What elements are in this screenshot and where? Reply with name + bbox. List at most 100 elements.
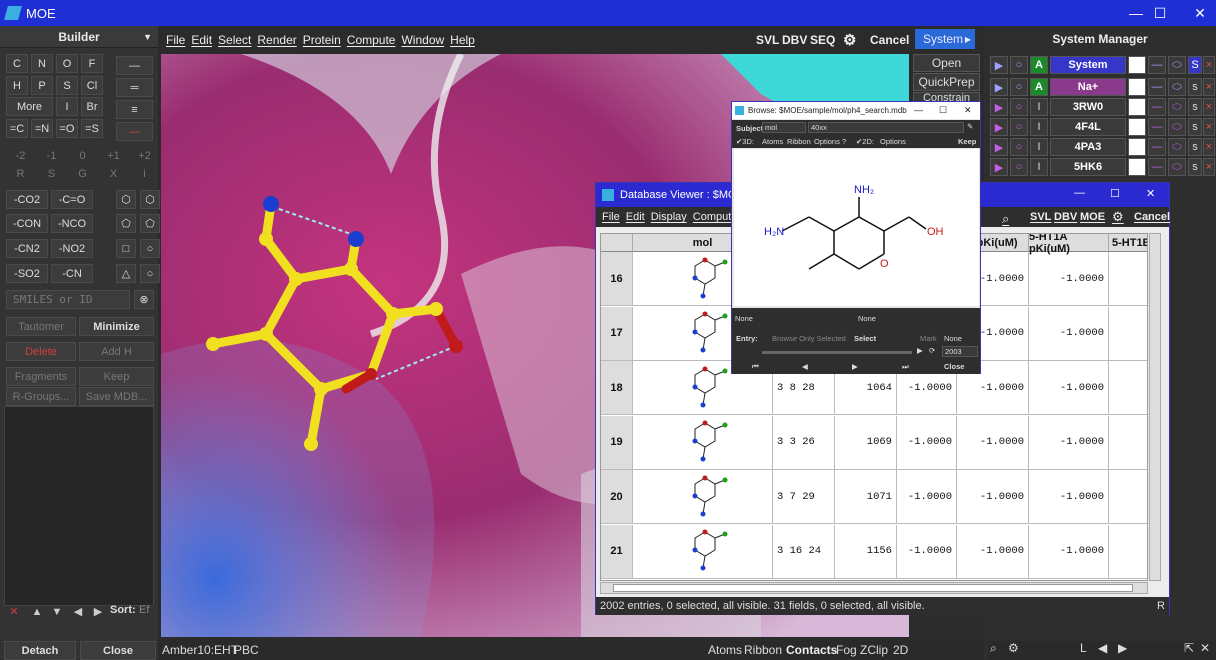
cell-b[interactable]: 1071 [835,470,897,524]
close-icon[interactable]: ✕ [1146,187,1155,200]
formal-charge-0[interactable]: -2 [7,146,34,165]
options-button[interactable]: Options [814,137,840,146]
s-toggle[interactable]: s [1188,98,1202,116]
more-elements-button[interactable]: More [6,97,53,116]
dbv-moe-button[interactable]: MOE [1080,211,1105,223]
ellipse-icon[interactable]: ⬭ [1168,118,1186,136]
group-button-4[interactable]: -CN2 [6,239,48,258]
minimize-button[interactable]: Minimize [79,317,154,336]
group-button-7[interactable]: -CN [51,264,93,283]
dbv-vertical-scrollbar[interactable] [1149,233,1161,581]
builder-close-button[interactable]: Close [80,641,156,660]
close-icon[interactable]: × [1203,118,1215,136]
none-select-2[interactable]: None [858,314,876,323]
cell-a[interactable]: 3 7 29 [773,470,835,524]
cell-v0[interactable]: -1.0000 [897,470,957,524]
list-tool-icon-0[interactable]: ✕ [6,602,22,621]
list-tool-icon-3[interactable]: ◀ [70,602,86,621]
ribbon-button[interactable]: Ribbon [787,137,811,146]
cell-v2[interactable]: -1.0000 [1029,470,1109,524]
smiles-input[interactable]: SMILES or ID [6,290,130,309]
checkbox-3d[interactable]: ✔3D: [736,137,754,146]
element-button-N[interactable]: N [31,54,53,73]
options2-button[interactable]: Options [880,137,906,146]
detach-icon[interactable]: ⇱ [1184,641,1194,655]
maximize-icon[interactable]: ☐ [939,105,947,116]
ellipse-icon[interactable]: ⬭ [1168,56,1186,74]
color-swatch[interactable] [1128,78,1146,96]
ellipse-icon[interactable]: ⬭ [1168,98,1186,116]
dbv-button[interactable]: DBV [782,30,807,50]
cell-v1[interactable]: -1.0000 [957,470,1029,524]
2d-toggle[interactable]: 2D [893,643,908,657]
help-button[interactable]: ? [842,137,846,146]
builder-list[interactable] [4,406,154,606]
first-icon[interactable]: ⏮ [752,362,759,372]
flag[interactable]: I [1030,118,1048,136]
element-button-O[interactable]: O [56,54,78,73]
formal-charge-4[interactable]: +2 [131,146,158,165]
color-swatch[interactable] [1128,118,1146,136]
next-icon[interactable]: ▶ [852,362,858,371]
cell-overflow[interactable] [1109,470,1147,524]
row-id[interactable]: 19 [601,415,633,470]
element-button-C[interactable]: C [6,54,28,73]
visibility-icon[interactable]: ○ [1010,78,1028,96]
dbv-menu-edit[interactable]: Edit [626,211,645,223]
atoms-toggle[interactable]: Atoms [708,643,742,657]
subject-field[interactable]: 40xx [808,122,964,133]
fog-toggle[interactable]: Fog [836,643,857,657]
column-header-5ht1a[interactable]: 5-HT1A pKi(uM) [1029,234,1109,255]
element-button-Br[interactable]: Br [81,97,103,116]
cell-overflow[interactable] [1109,307,1147,361]
cell-b[interactable]: 1069 [835,415,897,470]
stereo-4[interactable]: i [131,164,158,183]
close-icon[interactable]: × [1203,56,1215,74]
group-button-0[interactable]: -CO2 [6,190,48,209]
visibility-icon[interactable]: ○ [1010,118,1028,136]
ring-icon-6[interactable]: △ [116,264,136,283]
cell-v2[interactable]: -1.0000 [1029,252,1109,306]
group-button-5[interactable]: -NO2 [51,239,93,258]
element-button-Cl[interactable]: Cl [81,76,103,95]
line-icon[interactable]: — [1148,78,1166,96]
maximize-icon[interactable]: ☐ [1110,187,1120,200]
name[interactable]: System [1050,56,1126,74]
ring-icon-5[interactable]: ○ [140,239,160,258]
dbv-dbv-button[interactable]: DBV [1054,211,1077,223]
list-tool-icon-4[interactable]: ▶ [90,602,106,621]
ring-icon-7[interactable]: ○ [140,264,160,283]
formal-charge-1[interactable]: -1 [38,146,65,165]
flag[interactable]: I [1030,138,1048,156]
cell-overflow[interactable] [1109,525,1147,579]
menu-help[interactable]: Help [450,33,475,47]
menu-protein[interactable]: Protein [303,33,341,47]
visibility-icon[interactable]: ○ [1010,138,1028,156]
close-icon[interactable]: × [1203,138,1215,156]
color-swatch[interactable] [1128,158,1146,176]
seq-button[interactable]: SEQ [810,30,835,50]
close-icon[interactable]: × [1203,98,1215,116]
ellipse-icon[interactable]: ⬭ [1168,158,1186,176]
line-icon[interactable]: — [1148,118,1166,136]
expand-icon[interactable]: ▶ [990,78,1008,96]
browse-only-selected-checkbox[interactable]: Browse Only Selected [772,334,846,343]
dbv-svl-button[interactable]: SVL [1030,211,1051,223]
ellipse-icon[interactable]: ⬭ [1168,138,1186,156]
prev-icon[interactable]: ◀ [802,362,808,371]
keep-button[interactable]: Keep [79,367,154,386]
save-mdb-button[interactable]: Save MDB... [79,387,154,406]
stereo-0[interactable]: R [7,164,34,183]
s-toggle[interactable]: s [1188,118,1202,136]
expand-icon[interactable]: ▶ [990,138,1008,156]
s-toggle[interactable]: S [1188,56,1202,74]
s-toggle[interactable]: s [1188,158,1202,176]
s-toggle[interactable]: s [1188,78,1202,96]
entry-count-field[interactable]: 2003 [942,346,978,357]
detach-button[interactable]: Detach [4,641,76,660]
flag[interactable]: A [1030,56,1048,74]
ring-icon-2[interactable]: ⬠ [116,214,136,233]
2d-structure-view[interactable]: NH₂ H₂N OH O [734,149,979,306]
minimize-icon[interactable]: — [914,105,923,115]
element-button-I[interactable]: I [56,97,78,116]
